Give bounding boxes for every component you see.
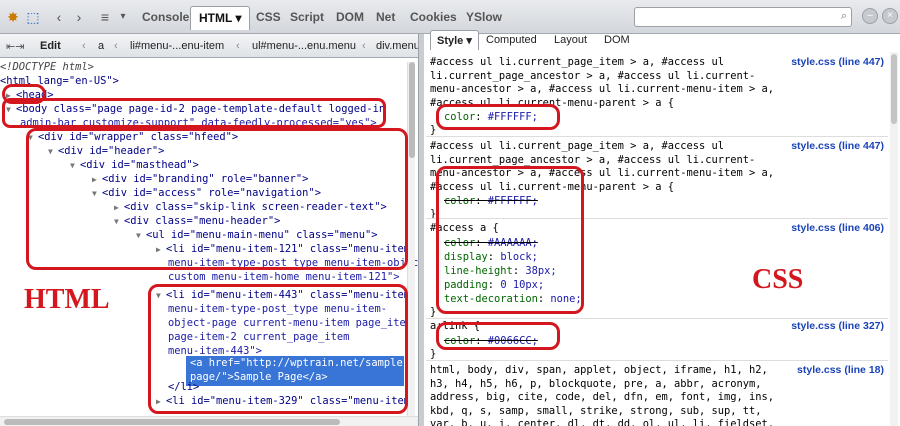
scrollbar-thumb[interactable] <box>4 419 340 425</box>
tab-html[interactable]: HTML ▾ <box>190 6 251 30</box>
breadcrumb-separator-icon: ‹ <box>236 40 240 52</box>
breadcrumb-separator-icon: ‹ <box>114 40 118 52</box>
edit-button[interactable]: Edit <box>40 40 61 52</box>
rule-divider <box>426 360 888 361</box>
breadcrumb-separator-icon: ‹ <box>362 40 366 52</box>
rule-divider <box>426 318 888 319</box>
breadcrumb-arrows-icon[interactable]: ⇤⇥ <box>6 40 24 53</box>
tab-dom-side[interactable]: DOM <box>604 34 630 46</box>
breadcrumb: ⇤⇥ Edit ‹ a ‹ li#menu-...enu-item ‹ ul#m… <box>0 34 420 58</box>
annotation-body-highlight <box>2 98 386 128</box>
doctype-line: <!DOCTYPE html> <box>0 61 94 73</box>
breadcrumb-item-div[interactable]: div.menu <box>376 40 420 52</box>
rule-source-link[interactable]: style.css (line 18) <box>797 364 884 376</box>
breadcrumb-item-li[interactable]: li#menu-...enu-item <box>130 40 224 52</box>
tab-script[interactable]: Script <box>290 10 324 24</box>
css-label: CSS <box>752 264 804 295</box>
annotation-header-block <box>26 128 408 270</box>
html-scrollbar-horizontal[interactable] <box>0 416 418 426</box>
annotation-color-white <box>436 104 560 130</box>
html-label: HTML <box>24 284 110 315</box>
forward-arrow-icon[interactable]: › <box>70 8 88 26</box>
tab-console[interactable]: Console <box>142 10 189 24</box>
rule-source-link[interactable]: style.css (line 327) <box>791 320 884 332</box>
firebug-icon[interactable]: ✸ <box>4 8 22 26</box>
tab-net[interactable]: Net <box>376 10 395 24</box>
annotation-menu-item-block <box>148 284 408 414</box>
css-rule: style.css (line 18) html, body, div, spa… <box>430 364 886 426</box>
rule-divider <box>426 136 888 137</box>
menu-dropdown-icon[interactable]: ▾ <box>114 8 132 26</box>
breadcrumb-item-ul[interactable]: ul#menu-...enu.menu <box>252 40 356 52</box>
menu-item-121-text-3: custom menu-item-home menu-item-121"> <box>168 271 400 283</box>
search-icon: ⌕ <box>840 10 847 22</box>
tab-dom[interactable]: DOM <box>336 10 364 24</box>
tab-style-label: Style <box>437 35 464 47</box>
rule-source-link[interactable]: style.css (line 406) <box>791 222 884 234</box>
tab-cookies[interactable]: Cookies <box>410 10 457 24</box>
tab-computed[interactable]: Computed <box>486 34 537 46</box>
rule-source-link[interactable]: style.css (line 447) <box>791 140 884 152</box>
html-scrollbar-vertical[interactable] <box>407 62 415 418</box>
tab-html-label: HTML <box>199 11 233 25</box>
panel-splitter[interactable] <box>418 34 424 426</box>
scrollbar-thumb[interactable] <box>409 62 415 158</box>
tab-html-dropdown-icon: ▾ <box>235 11 242 25</box>
menu-icon[interactable]: ≡ <box>96 8 114 26</box>
scrollbar-thumb[interactable] <box>891 54 897 124</box>
annotation-link-color <box>436 322 560 350</box>
minimize-icon[interactable]: – <box>862 8 878 24</box>
firebug-toolbar: ✸ ⬚ ‹ › ≡ ▾ Console HTML ▾ CSS Script DO… <box>0 0 900 34</box>
tab-style[interactable]: Style ▾ <box>430 30 479 50</box>
rule-source-link[interactable]: style.css (line 447) <box>791 56 884 68</box>
annotation-access-a-block <box>436 166 584 314</box>
tab-css[interactable]: CSS <box>256 10 281 24</box>
breadcrumb-item-a[interactable]: a <box>98 40 104 52</box>
side-panel-tabs: Style ▾ Computed Layout DOM <box>420 30 900 50</box>
tab-layout[interactable]: Layout <box>554 34 587 46</box>
inspect-icon[interactable]: ⬚ <box>24 8 42 26</box>
css-scrollbar-vertical[interactable] <box>890 52 898 426</box>
menu-item-121-cont2: custom menu-item-home menu-item-121"> <box>168 270 399 284</box>
back-arrow-icon[interactable]: ‹ <box>50 8 68 26</box>
close-icon[interactable]: × <box>882 8 898 24</box>
tab-yslow[interactable]: YSlow <box>466 10 502 24</box>
search-input[interactable]: ⌕ <box>634 7 852 27</box>
breadcrumb-separator-icon: ‹ <box>82 40 86 52</box>
tab-style-dropdown-icon: ▾ <box>466 35 472 47</box>
